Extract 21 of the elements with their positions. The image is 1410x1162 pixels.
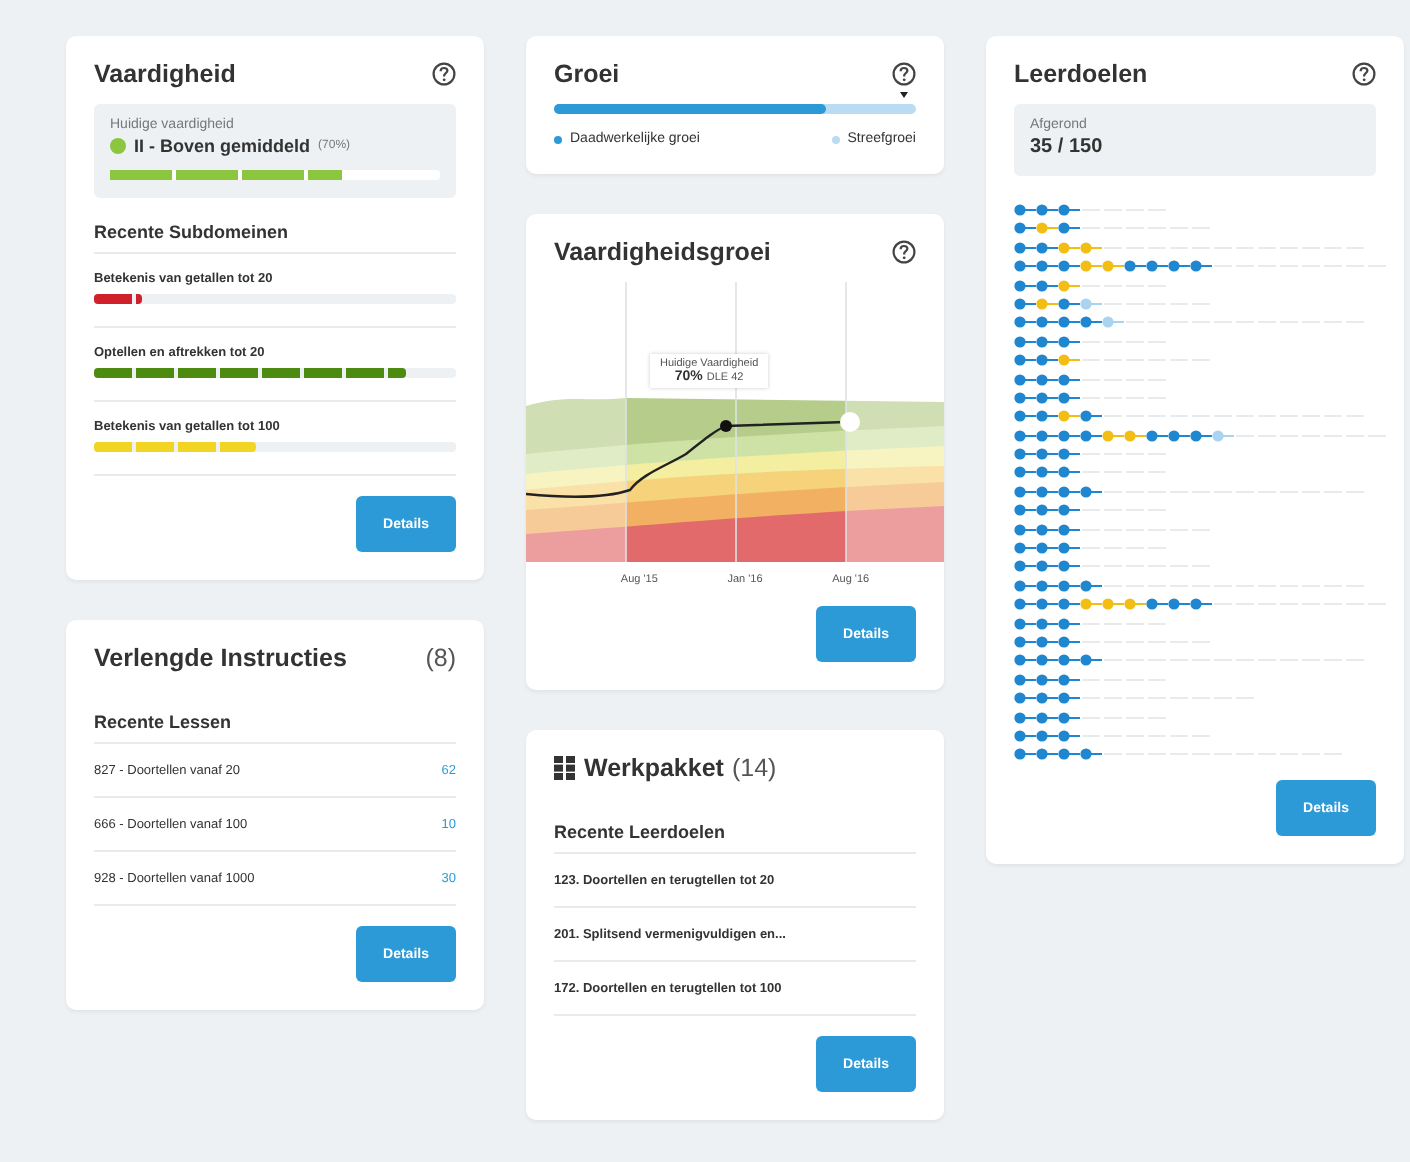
card-title: Verlengde Instructies — [94, 644, 347, 672]
card-title: Vaardigheidsgroei — [554, 238, 771, 266]
help-icon[interactable] — [892, 240, 916, 264]
legend-dot-icon — [554, 135, 562, 143]
card-title: Groei — [554, 60, 620, 88]
legend-marker-icon — [831, 135, 840, 143]
current-skill-value: II - Boven gemiddeld — [134, 136, 311, 156]
card-title: Leerdoelen — [1014, 60, 1148, 88]
section-heading: Recente Subdomeinen — [94, 198, 456, 254]
help-icon[interactable] — [892, 62, 916, 86]
grid-icon — [554, 756, 576, 780]
section-heading: Recente Leerdoelen — [554, 798, 916, 854]
target-marker-icon — [900, 92, 908, 98]
count-label: (14) — [731, 754, 777, 782]
help-icon[interactable] — [432, 62, 456, 86]
card-title: Werkpakket — [584, 754, 724, 782]
card-title: Vaardigheid — [94, 60, 236, 88]
completed-count: 35 / 150 — [1030, 136, 1105, 158]
count-label: (8) — [425, 644, 456, 672]
help-icon[interactable] — [1352, 62, 1376, 86]
section-heading: Recente Lessen — [94, 688, 456, 744]
